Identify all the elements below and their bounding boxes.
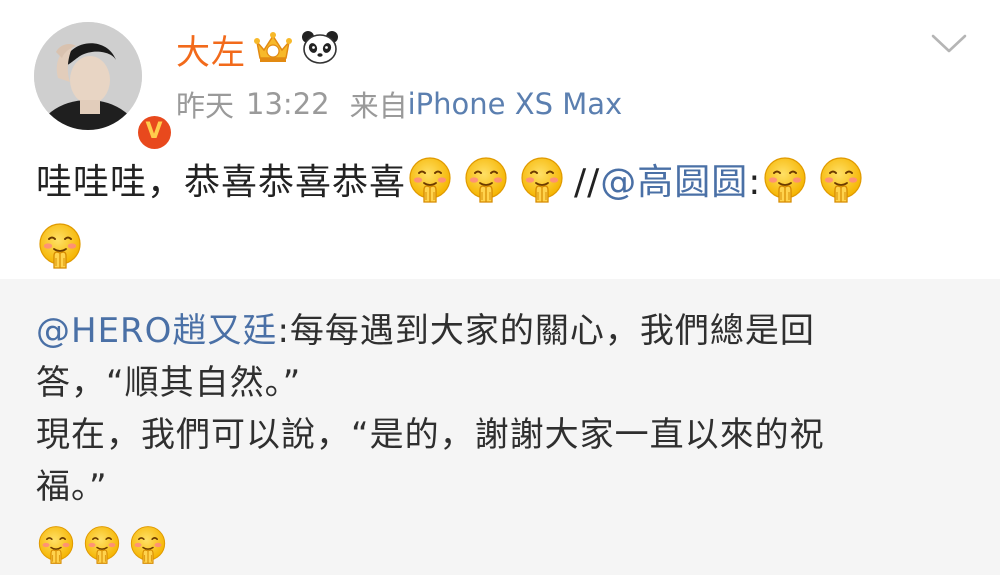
retweet-line-3: 現在，我們可以說，“是的，謝謝大家一直以來的祝 [36, 415, 825, 455]
retweet-line-4: 福。” [36, 467, 108, 507]
post-time: 13:22 [246, 87, 330, 121]
blessing-emoji-icon [82, 525, 122, 565]
panda-icon[interactable] [300, 29, 340, 69]
retweet-mention-link[interactable]: @HERO趙又廷 [36, 311, 277, 351]
post-day: 昨天 [176, 89, 235, 123]
retweet-line-1: :每每遇到大家的關心，我們總是回 [277, 311, 815, 351]
retweet-line-2: 答，“順其自然。” [36, 363, 302, 403]
post-meta: 昨天 13:22 来自 iPhone XS Max [176, 84, 622, 124]
verified-badge: V [134, 112, 174, 152]
avatar[interactable] [34, 22, 142, 130]
username[interactable]: 大左 [176, 25, 246, 74]
blessing-emoji-icon [462, 156, 510, 204]
retweet-emoji-row [36, 525, 174, 565]
retweet-body: @HERO趙又廷:每每遇到大家的關心，我們總是回 答，“順其自然。” 現在，我們… [36, 305, 966, 513]
chevron-down-icon[interactable] [930, 32, 968, 56]
blessing-emoji-icon [817, 156, 865, 204]
blessing-emoji-icon [406, 156, 454, 204]
retweet-box[interactable]: @HERO趙又廷:每每遇到大家的關心，我們總是回 答，“順其自然。” 現在，我們… [0, 279, 1000, 575]
avatar-container[interactable]: V [34, 22, 174, 152]
blessing-emoji-icon [761, 156, 809, 204]
post-header: V 大左 昨天 13:22 来自 iPhone XS Max [0, 0, 1000, 152]
repost-separator: // [574, 162, 601, 203]
source-prefix: 来自 [349, 89, 408, 123]
source-device[interactable]: iPhone XS Max [408, 87, 623, 121]
verified-v-icon: V [137, 115, 171, 149]
blessing-emoji-icon [36, 525, 76, 565]
blessing-emoji-icon [128, 525, 168, 565]
blessing-emoji-icon [36, 222, 84, 270]
post-body: 哇哇哇，恭喜恭喜恭喜 //@高圆圆: [36, 150, 976, 282]
mention-colon: : [748, 162, 762, 203]
vip-crown-icon[interactable] [254, 30, 292, 68]
blessing-emoji-icon [518, 156, 566, 204]
username-row: 大左 [176, 25, 340, 74]
mention-link[interactable]: @高圆圆 [600, 162, 748, 203]
post-text: 哇哇哇，恭喜恭喜恭喜 [36, 162, 407, 203]
weibo-post: V 大左 昨天 13:22 来自 iPhone XS Max 哇哇哇，恭喜恭喜恭… [0, 0, 1000, 575]
